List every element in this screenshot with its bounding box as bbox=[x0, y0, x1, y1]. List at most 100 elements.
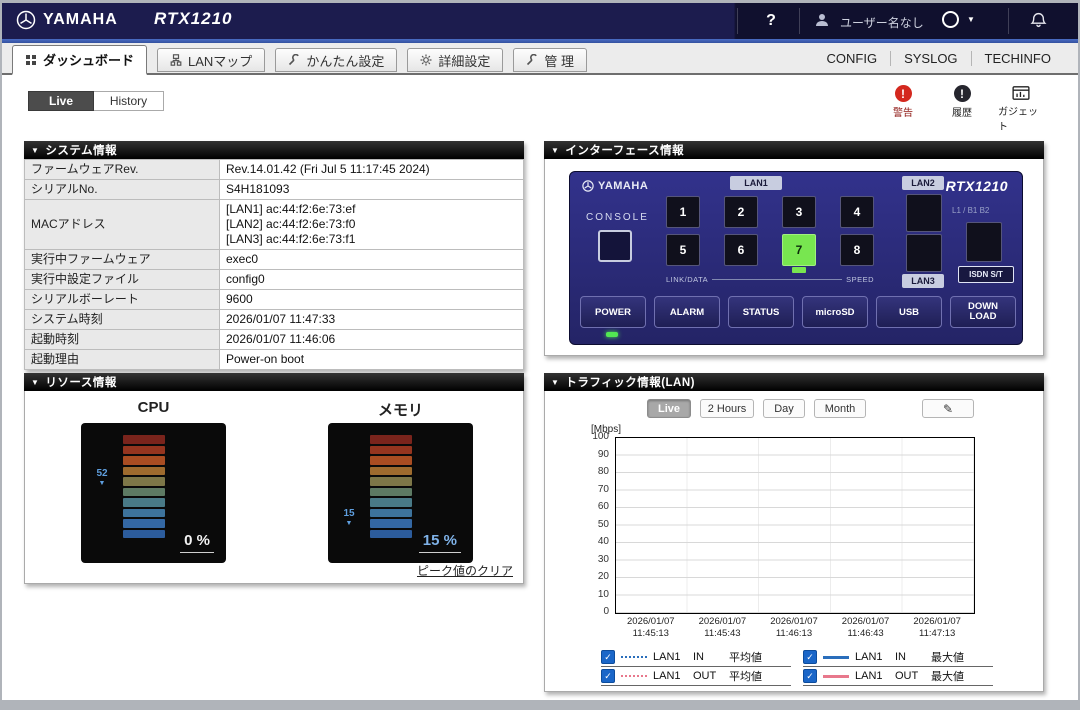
lan1-port-5[interactable]: 5 bbox=[666, 234, 700, 266]
lan2-port[interactable] bbox=[906, 194, 942, 232]
notification-bell-icon[interactable] bbox=[1030, 11, 1047, 29]
lan1-port-1[interactable]: 1 bbox=[666, 196, 700, 228]
alert-tool[interactable]: ! 警告 bbox=[880, 85, 926, 133]
row-label: MACアドレス bbox=[25, 200, 220, 250]
link-syslog[interactable]: SYSLOG bbox=[890, 51, 970, 66]
row-value: Rev.14.01.42 (Fri Jul 5 11:17:45 2024) bbox=[220, 160, 524, 180]
panel-title: インターフェース情報 bbox=[565, 142, 684, 158]
series-line-sample bbox=[621, 675, 647, 677]
link-config[interactable]: CONFIG bbox=[814, 51, 891, 66]
legend-iface: LAN1 bbox=[855, 651, 889, 663]
panel-title: リソース情報 bbox=[45, 374, 116, 390]
memory-gauge: 15 ▼ 15 % bbox=[328, 423, 473, 563]
dashboard-icon bbox=[25, 54, 37, 66]
lan1-port-4[interactable]: 4 bbox=[840, 196, 874, 228]
row-label: 起動時刻 bbox=[25, 330, 220, 350]
isdn-led-label: L1 / B1 B2 bbox=[952, 206, 989, 215]
panel-title: トラフィック情報(LAN) bbox=[565, 374, 695, 390]
table-row: システム時刻 2026/01/07 11:47:33 bbox=[25, 310, 524, 330]
traffic-panel-body: Live 2 Hours Day Month ✎ [Mbps] 100 90 8… bbox=[544, 391, 1044, 692]
checkbox-checked-icon[interactable] bbox=[601, 669, 615, 683]
help-button[interactable]: ? bbox=[758, 9, 784, 33]
x-tick: 2026/01/0711:46:13 bbox=[758, 616, 830, 640]
panel-header[interactable]: ▼ リソース情報 bbox=[24, 373, 524, 391]
tab-management[interactable]: 管 理 bbox=[513, 48, 587, 72]
checkbox-checked-icon[interactable] bbox=[803, 669, 817, 683]
traffic-tab-month[interactable]: Month bbox=[814, 399, 866, 418]
power-button-label: POWER bbox=[580, 296, 646, 328]
lan1-port-7-active[interactable]: 7 bbox=[782, 234, 816, 266]
legend-item-in-max: LAN1 IN 最大値 bbox=[803, 648, 993, 667]
isdn-port[interactable] bbox=[966, 222, 1002, 262]
user-dropdown[interactable]: ▼ bbox=[942, 11, 975, 28]
checkbox-checked-icon[interactable] bbox=[601, 650, 615, 664]
checkbox-checked-icon[interactable] bbox=[803, 650, 817, 664]
lan1-port-6[interactable]: 6 bbox=[724, 234, 758, 266]
memory-meter-segments bbox=[370, 435, 412, 540]
device-brand-name: YAMAHA bbox=[598, 180, 648, 192]
clear-peak-link[interactable]: ピーク値のクリア bbox=[417, 562, 513, 579]
device-brand: YAMAHA bbox=[582, 180, 648, 192]
row-value: S4H181093 bbox=[220, 180, 524, 200]
mac-line: [LAN2] ac:44:f2:6e:73:f0 bbox=[226, 217, 517, 232]
lan3-badge: LAN3 bbox=[902, 274, 944, 288]
gadget-tool[interactable]: ガジェット bbox=[998, 85, 1044, 133]
legend-stat: 平均値 bbox=[729, 668, 773, 684]
mac-line: [LAN1] ac:44:f2:6e:73:ef bbox=[226, 202, 517, 217]
tab-lan-map[interactable]: LANマップ bbox=[157, 48, 265, 72]
y-tick: 50 bbox=[559, 521, 609, 529]
table-row: 起動時刻 2026/01/07 11:46:06 bbox=[25, 330, 524, 350]
resource-panel-body: CPU メモリ 52 ▼ 0 % bbox=[24, 391, 524, 584]
live-button[interactable]: Live bbox=[28, 91, 94, 111]
header-divider bbox=[737, 8, 738, 34]
panel-header[interactable]: ▼ トラフィック情報(LAN) bbox=[544, 373, 1044, 391]
link-techinfo[interactable]: TECHINFO bbox=[971, 51, 1064, 66]
cpu-peak-value: 52 bbox=[96, 468, 107, 479]
row-value: 9600 bbox=[220, 290, 524, 310]
panel-header[interactable]: ▼ システム情報 bbox=[24, 141, 524, 159]
interface-info-panel: ▼ インターフェース情報 YAMAHA RTX1210 CONSOLE LAN1… bbox=[544, 141, 1044, 356]
collapse-triangle-icon: ▼ bbox=[31, 378, 39, 387]
system-info-table: ファームウェアRev. Rev.14.01.42 (Fri Jul 5 11:1… bbox=[24, 159, 524, 370]
row-label: システム時刻 bbox=[25, 310, 220, 330]
lan2-badge: LAN2 bbox=[902, 176, 944, 190]
tab-easy-setup[interactable]: かんたん設定 bbox=[275, 48, 397, 72]
tab-dashboard[interactable]: ダッシュボード bbox=[12, 45, 147, 75]
traffic-legend: LAN1 IN 平均値 LAN1 OUT 平均値 LAN1 IN 最大値 bbox=[601, 648, 993, 686]
gear-icon bbox=[420, 54, 432, 66]
lan3-port[interactable] bbox=[906, 234, 942, 272]
y-tick: 80 bbox=[559, 468, 609, 476]
table-row: 実行中ファームウェア exec0 bbox=[25, 250, 524, 270]
edit-pencil-button[interactable]: ✎ bbox=[922, 399, 974, 418]
traffic-tab-live[interactable]: Live bbox=[647, 399, 691, 418]
panel-header[interactable]: ▼ インターフェース情報 bbox=[544, 141, 1044, 159]
gadget-label: ガジェット bbox=[998, 103, 1044, 133]
legend-item-out-avg: LAN1 OUT 平均値 bbox=[601, 667, 791, 686]
yamaha-logo-icon bbox=[16, 10, 36, 30]
history-button[interactable]: History bbox=[94, 91, 164, 111]
legend-stat: 最大値 bbox=[931, 649, 975, 665]
history-icon: ! bbox=[954, 85, 971, 102]
memory-peak-marker: 15 ▼ bbox=[336, 509, 362, 529]
history-tool[interactable]: ! 履歴 bbox=[939, 85, 985, 133]
lan1-port-3[interactable]: 3 bbox=[782, 196, 816, 228]
dashboard-tools: ! 警告 ! 履歴 ガジェット bbox=[880, 85, 1044, 133]
peak-arrow-icon: ▼ bbox=[89, 479, 115, 489]
lan1-port-8[interactable]: 8 bbox=[840, 234, 874, 266]
tab-label: 管 理 bbox=[544, 51, 574, 70]
alert-icon: ! bbox=[895, 85, 912, 102]
tab-detail-settings[interactable]: 詳細設定 bbox=[407, 48, 503, 72]
memory-title: メモリ bbox=[328, 399, 473, 420]
legend-direction: OUT bbox=[895, 670, 925, 682]
collapse-triangle-icon: ▼ bbox=[31, 146, 39, 155]
legend-direction: OUT bbox=[693, 670, 723, 682]
cpu-meter-segments bbox=[123, 435, 165, 540]
traffic-tab-2hours[interactable]: 2 Hours bbox=[700, 399, 754, 418]
traffic-tab-day[interactable]: Day bbox=[763, 399, 805, 418]
row-value: 2026/01/07 11:47:33 bbox=[220, 310, 524, 330]
legend-item-in-avg: LAN1 IN 平均値 bbox=[601, 648, 791, 667]
row-value: Power-on boot bbox=[220, 350, 524, 370]
table-row: ファームウェアRev. Rev.14.01.42 (Fri Jul 5 11:1… bbox=[25, 160, 524, 180]
speed-label: SPEED bbox=[846, 275, 874, 284]
lan1-port-2[interactable]: 2 bbox=[724, 196, 758, 228]
